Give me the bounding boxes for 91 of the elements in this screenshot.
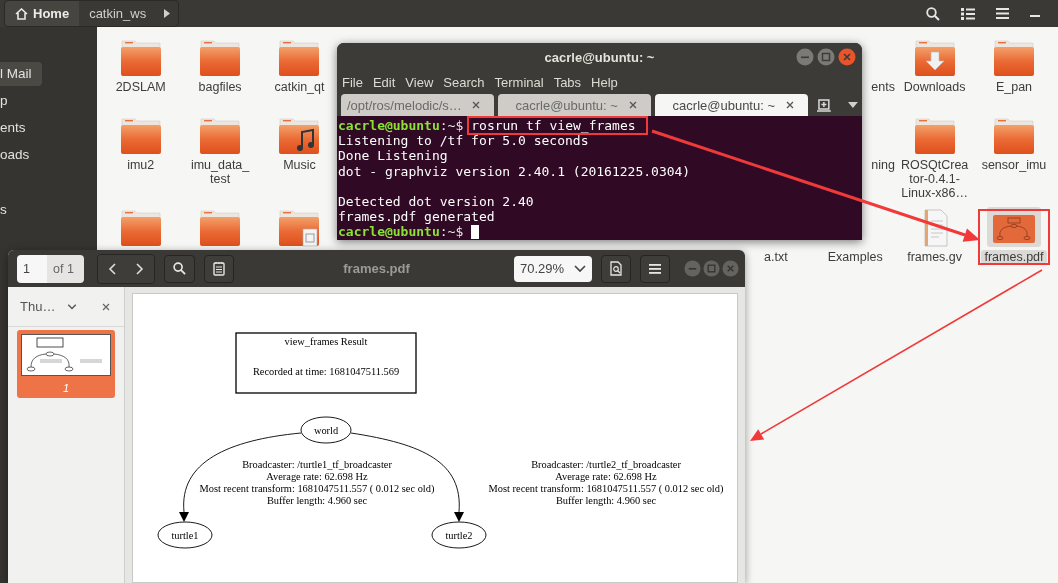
output-line: Listening to /tf for 5.0 seconds xyxy=(338,133,589,149)
sidebar-item[interactable]: ents xyxy=(0,116,34,140)
file-name[interactable]: frames.pdf xyxy=(981,250,1047,264)
annotations-button[interactable] xyxy=(203,254,234,283)
folder-icon[interactable] xyxy=(991,39,1037,77)
file-name[interactable]: imu_data_ test xyxy=(187,158,253,186)
minimize-button[interactable] xyxy=(796,48,814,66)
search-icon[interactable] xyxy=(926,6,940,21)
menu-icon xyxy=(649,263,661,274)
close-button[interactable] xyxy=(838,48,856,66)
menu-button[interactable] xyxy=(640,254,670,283)
document-button[interactable] xyxy=(601,254,631,283)
menu-item[interactable]: Help xyxy=(591,74,618,90)
forward-arrow-icon[interactable] xyxy=(164,9,171,18)
node-label: turtle1 xyxy=(171,530,199,541)
window-title: cacrle@ubuntu: ~ xyxy=(544,50,655,65)
terminal-tab[interactable]: cacrle@ubuntu: ~ xyxy=(655,94,809,116)
page-field[interactable]: 1 xyxy=(17,254,47,283)
menu-item[interactable]: Search xyxy=(443,74,485,90)
close-icon[interactable] xyxy=(102,302,110,311)
sidebar-item[interactable]: oads xyxy=(0,143,38,167)
document-search-icon xyxy=(610,261,622,276)
menu-item[interactable]: View xyxy=(405,74,434,90)
chevron-down-icon xyxy=(574,264,586,273)
prompt-path: :~$ xyxy=(439,224,464,240)
output-line: frames.pdf generated xyxy=(338,209,495,225)
graph-node xyxy=(157,521,213,549)
folder-icon[interactable] xyxy=(991,117,1037,155)
chevron-down-icon xyxy=(67,303,78,310)
prompt-user: cacrle@ubuntu xyxy=(338,118,440,134)
terminal-tab[interactable]: /opt/ros/melodic/s… xyxy=(341,94,495,116)
close-icon[interactable] xyxy=(629,101,638,109)
sidebar-item[interactable]: l Mail xyxy=(0,62,42,86)
graph-node xyxy=(431,521,487,549)
file-name[interactable]: 2DSLAM xyxy=(112,80,169,94)
file-name[interactable]: Downloads xyxy=(900,80,969,94)
file-name[interactable]: ning xyxy=(871,158,895,172)
file-name[interactable]: frames.gv xyxy=(904,250,966,264)
page-count: of 1 xyxy=(47,254,84,283)
file-name[interactable]: a.txt xyxy=(761,250,791,264)
maximize-button[interactable] xyxy=(817,48,835,66)
file-name[interactable]: bagfiles xyxy=(195,80,245,94)
dropdown-icon[interactable] xyxy=(848,102,858,108)
search-button[interactable] xyxy=(163,254,195,283)
path-button[interactable]: Home xyxy=(5,1,80,26)
menu-item[interactable]: Terminal xyxy=(494,74,544,90)
command-text: rosrun tf view_frames xyxy=(469,118,646,134)
file-name[interactable]: Music xyxy=(280,158,319,172)
chevron-right-icon xyxy=(135,262,144,275)
new-tab-icon[interactable] xyxy=(816,97,833,113)
search-icon xyxy=(172,262,186,275)
sidebar-item[interactable]: s xyxy=(0,198,15,222)
file-name[interactable]: ents xyxy=(871,80,895,94)
output-line: Done Listening xyxy=(338,148,448,164)
file-name[interactable]: imu2 xyxy=(124,158,158,172)
menu-icon[interactable] xyxy=(996,8,1009,19)
output-line: Detected dot version 2.40 xyxy=(338,193,534,210)
notepad-icon xyxy=(212,261,225,276)
home-icon xyxy=(15,7,28,20)
page-number: 1 xyxy=(62,382,70,394)
file-name[interactable]: ROSQtCrea tor-0.4.1- Linux-x86… xyxy=(897,158,972,200)
minimize-button[interactable] xyxy=(684,260,701,277)
sidebar-item[interactable]: p xyxy=(0,89,16,113)
sidebar-mode-dropdown[interactable]: Thu… xyxy=(20,299,78,314)
chevron-left-icon xyxy=(107,262,116,275)
file-name[interactable]: catkin_qt xyxy=(271,80,328,94)
previous-page-button[interactable] xyxy=(97,254,126,283)
window-title: frames.pdf xyxy=(343,261,410,276)
prompt-user: cacrle@ubuntu xyxy=(338,224,440,240)
node-label: turtle2 xyxy=(445,530,473,541)
edge-label: Broadcaster: /turtle2_tf_broadcaster Average rate: 62.698 Hz Most recent transform: 1681047511.557 ( 0.012 sec old) Buffer length: 4.960 sec xyxy=(488,459,724,506)
file-name[interactable]: Examples xyxy=(824,250,886,264)
file-name[interactable]: sensor_imu xyxy=(978,158,1050,172)
result-title: view_frames Result xyxy=(284,336,368,347)
graph-node xyxy=(300,416,352,444)
node-label: world xyxy=(313,425,339,436)
menu-item[interactable]: Tabs xyxy=(553,74,582,90)
zoom-dropdown[interactable]: 70.29% xyxy=(514,255,592,282)
file-name[interactable]: E_pan xyxy=(992,80,1036,94)
list-view-icon[interactable] xyxy=(961,7,975,20)
recorded-time: Recorded at time: 1681047511.569 xyxy=(252,366,400,377)
prompt-path: :~$ xyxy=(439,118,464,134)
output-line: dot - graphviz version 2.40.1 (20161225.0304) xyxy=(338,163,691,179)
edge-label: Broadcaster: /turtle1_tf_broadcaster Average rate: 62.698 Hz Most recent transform: 1681047511.557 ( 0.012 sec old) Buffer length: 4.960 sec xyxy=(199,459,435,506)
next-page-button[interactable] xyxy=(125,254,154,283)
menu-item[interactable]: File xyxy=(342,74,363,90)
close-icon[interactable] xyxy=(786,101,795,109)
close-icon[interactable] xyxy=(472,101,481,109)
close-button[interactable] xyxy=(722,260,739,277)
menu-item[interactable]: Edit xyxy=(372,74,396,90)
path-button[interactable]: catkin_ws xyxy=(79,1,157,26)
